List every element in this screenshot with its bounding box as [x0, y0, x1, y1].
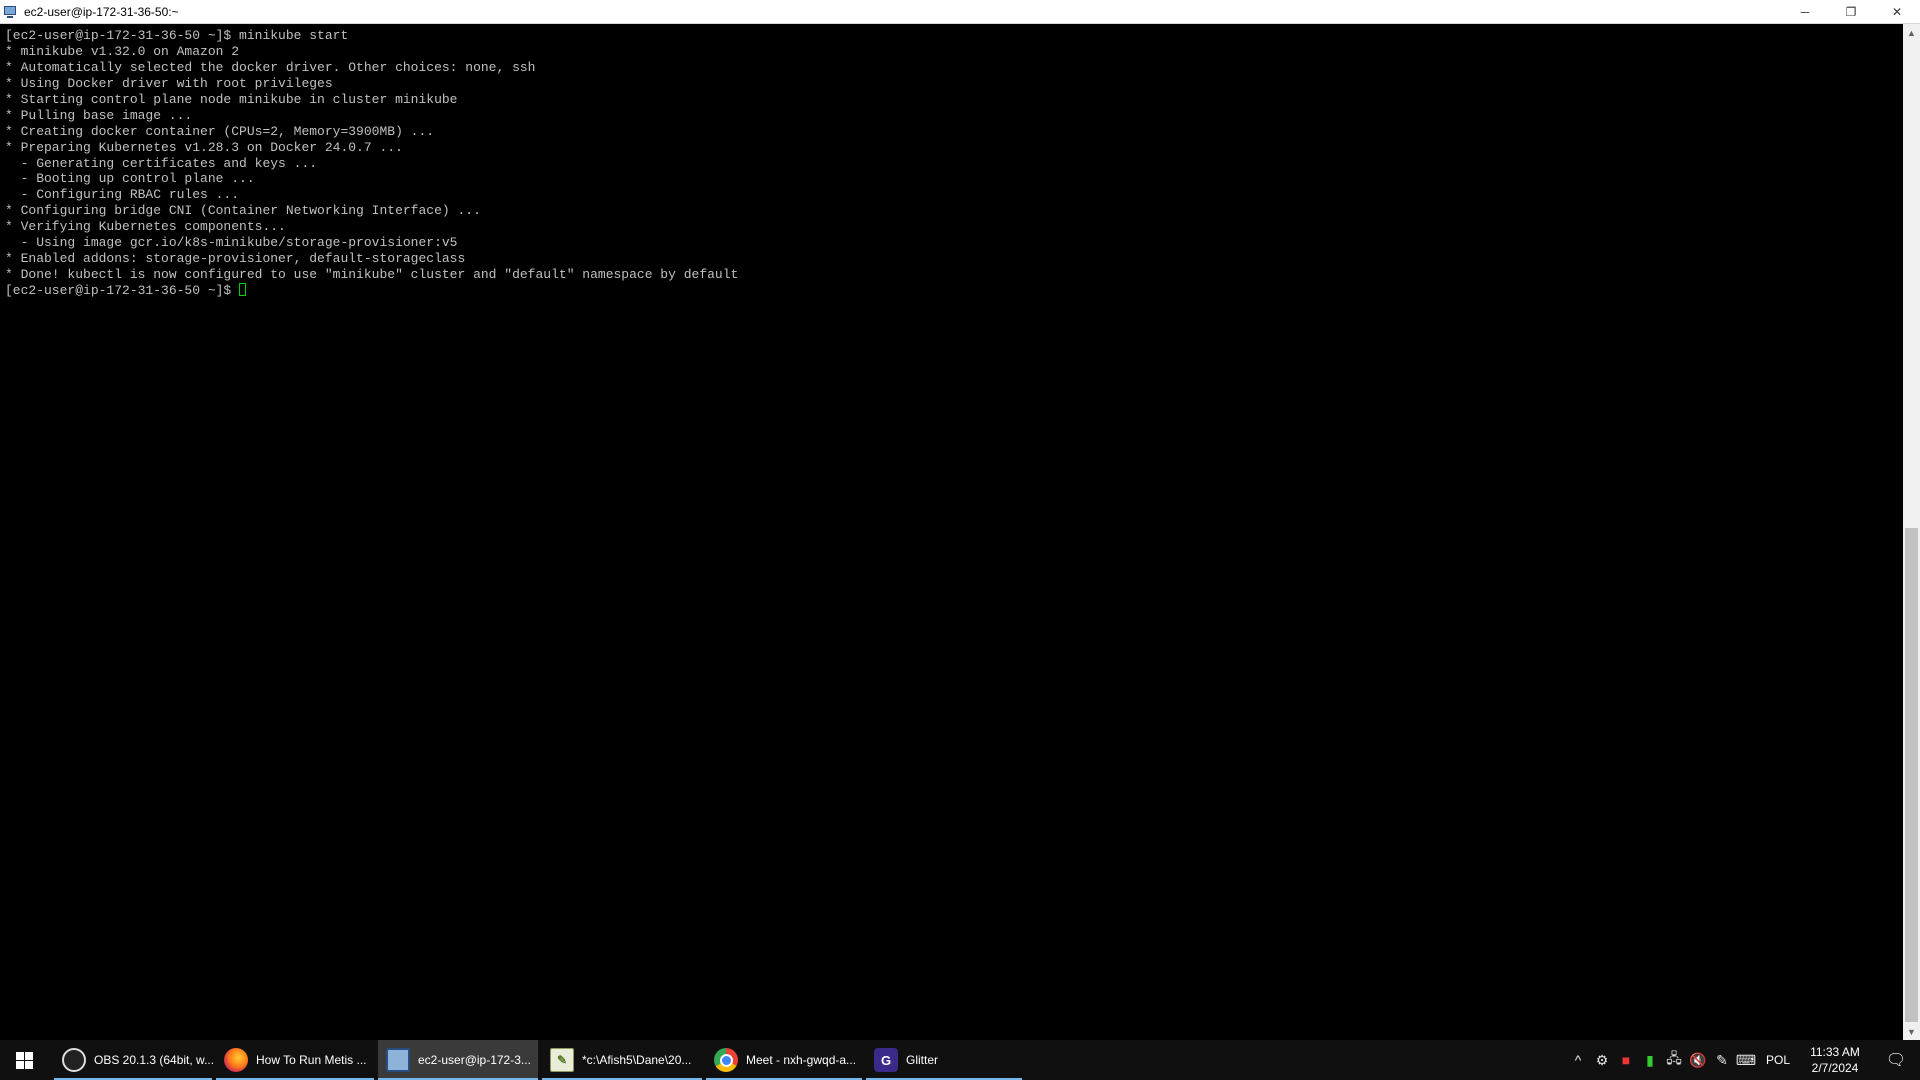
keyboard-icon[interactable]: ⌨	[1734, 1052, 1758, 1069]
close-icon: ✕	[1891, 4, 1903, 19]
terminal-line: - Configuring RBAC rules ...	[5, 187, 240, 203]
window-title-bar[interactable]: ec2-user@ip-172-31-36-50:~ ─ ❐ ✕	[0, 0, 1920, 24]
glitter-icon: G	[874, 1048, 898, 1072]
clock-date: 2/7/2024	[1811, 1061, 1859, 1075]
terminal-line: * Starting control plane node minikube i…	[5, 91, 458, 107]
taskbar-item-label: Glitter	[906, 1053, 939, 1067]
terminal-line: * Preparing Kubernetes v1.28.3 on Docker…	[5, 139, 403, 155]
terminal-line: * Done! kubectl is now configured to use…	[5, 267, 739, 283]
taskbar-item-label: OBS 20.1.3 (64bit, w...	[94, 1053, 215, 1067]
taskbar-item-obs[interactable]: OBS 20.1.3 (64bit, w...	[54, 1040, 215, 1080]
minimize-button[interactable]: ─	[1782, 0, 1828, 23]
green-app-tray-icon[interactable]: ▮	[1638, 1052, 1662, 1069]
terminal-line: * Using Docker driver with root privileg…	[5, 75, 333, 91]
firefox-icon	[224, 1048, 248, 1072]
terminal-line: * Automatically selected the docker driv…	[5, 59, 536, 75]
clock-time: 11:33 AM	[1810, 1045, 1860, 1059]
taskbar-item-label: ec2-user@ip-172-3...	[418, 1053, 531, 1067]
terminal-line: - Using image gcr.io/k8s-minikube/storag…	[5, 235, 458, 251]
restore-icon: ❐	[1845, 4, 1857, 19]
pen-icon[interactable]: ✎	[1710, 1052, 1734, 1069]
terminal-line: * Enabled addons: storage-provisioner, d…	[5, 251, 466, 267]
terminal-line: * Pulling base image ...	[5, 107, 193, 123]
vertical-scrollbar[interactable]: ▲ ▼	[1903, 24, 1920, 1040]
window-title: ec2-user@ip-172-31-36-50:~	[24, 4, 179, 19]
taskbar: OBS 20.1.3 (64bit, w... How To Run Metis…	[0, 1040, 1920, 1080]
obs-icon	[62, 1048, 86, 1072]
terminal-output: [ec2-user@ip-172-31-36-50 ~]$ minikube s…	[5, 28, 738, 299]
terminal-line: [ec2-user@ip-172-31-36-50 ~]$ minikube s…	[5, 28, 349, 43]
taskbar-item-notepadpp[interactable]: ✎ *c:\Afish5\Dane\20...	[542, 1040, 702, 1080]
minimize-icon: ─	[1800, 4, 1810, 19]
input-language[interactable]: POL	[1758, 1053, 1798, 1067]
terminal-line: * Configuring bridge CNI (Container Netw…	[5, 203, 481, 219]
system-tray: ^ ⚙ ■ ▮ 🖧 🔇 ✎ ⌨ POL 11:33 AM 2/7/2024 🗨	[1566, 1040, 1920, 1080]
network-icon[interactable]: 🖧	[1662, 1048, 1686, 1072]
volume-muted-icon[interactable]: 🔇	[1686, 1052, 1710, 1069]
chrome-icon	[714, 1048, 738, 1072]
taskbar-item-firefox[interactable]: How To Run Metis ...	[216, 1040, 374, 1080]
terminal-line: - Booting up control plane ...	[5, 171, 255, 187]
terminal-line: * Creating docker container (CPUs=2, Mem…	[5, 123, 435, 139]
taskbar-item-glitter[interactable]: G Glitter	[866, 1040, 1022, 1080]
putty-icon	[386, 1048, 410, 1072]
clock[interactable]: 11:33 AM 2/7/2024	[1798, 1044, 1872, 1076]
terminal-area[interactable]: [ec2-user@ip-172-31-36-50 ~]$ minikube s…	[0, 24, 1902, 1040]
taskbar-item-label: Meet - nxh-gwqd-a...	[746, 1053, 857, 1067]
notepad-plus-icon: ✎	[550, 1048, 574, 1072]
terminal-line: * minikube v1.32.0 on Amazon 2	[5, 43, 240, 59]
scroll-down-arrow-icon: ▼	[1907, 1026, 1916, 1037]
terminal-cursor[interactable]	[239, 283, 247, 296]
app-tray-icon[interactable]: ⚙	[1590, 1052, 1614, 1069]
red-app-tray-icon[interactable]: ■	[1614, 1052, 1638, 1068]
shell-prompt: [ec2-user@ip-172-31-36-50 ~]$	[5, 283, 240, 298]
restore-button[interactable]: ❐	[1828, 0, 1874, 23]
taskbar-item-label: How To Run Metis ...	[256, 1053, 367, 1067]
window-controls: ─ ❐ ✕	[1782, 0, 1920, 23]
taskbar-item-label: *c:\Afish5\Dane\20...	[582, 1053, 692, 1067]
start-button[interactable]	[0, 1040, 48, 1080]
taskbar-item-chrome[interactable]: Meet - nxh-gwqd-a...	[706, 1040, 862, 1080]
windows-logo-icon	[15, 1051, 33, 1069]
show-hidden-icons-chevron-icon[interactable]: ^	[1566, 1052, 1590, 1068]
notification-center-icon[interactable]: 🗨	[1872, 1050, 1920, 1070]
scroll-up-arrow-icon: ▲	[1907, 27, 1916, 38]
close-button[interactable]: ✕	[1874, 0, 1920, 23]
scrollbar-thumb[interactable]	[1905, 528, 1918, 1022]
putty-icon	[4, 5, 18, 19]
taskbar-item-putty[interactable]: ec2-user@ip-172-3...	[378, 1040, 538, 1080]
terminal-line: * Verifying Kubernetes components...	[5, 219, 286, 235]
terminal-line: - Generating certificates and keys ...	[5, 155, 318, 171]
scroll-down-button[interactable]: ▼	[1903, 1023, 1920, 1040]
scroll-up-button[interactable]: ▲	[1903, 24, 1920, 41]
terminal-prompt-line: [ec2-user@ip-172-31-36-50 ~]$	[5, 283, 738, 299]
